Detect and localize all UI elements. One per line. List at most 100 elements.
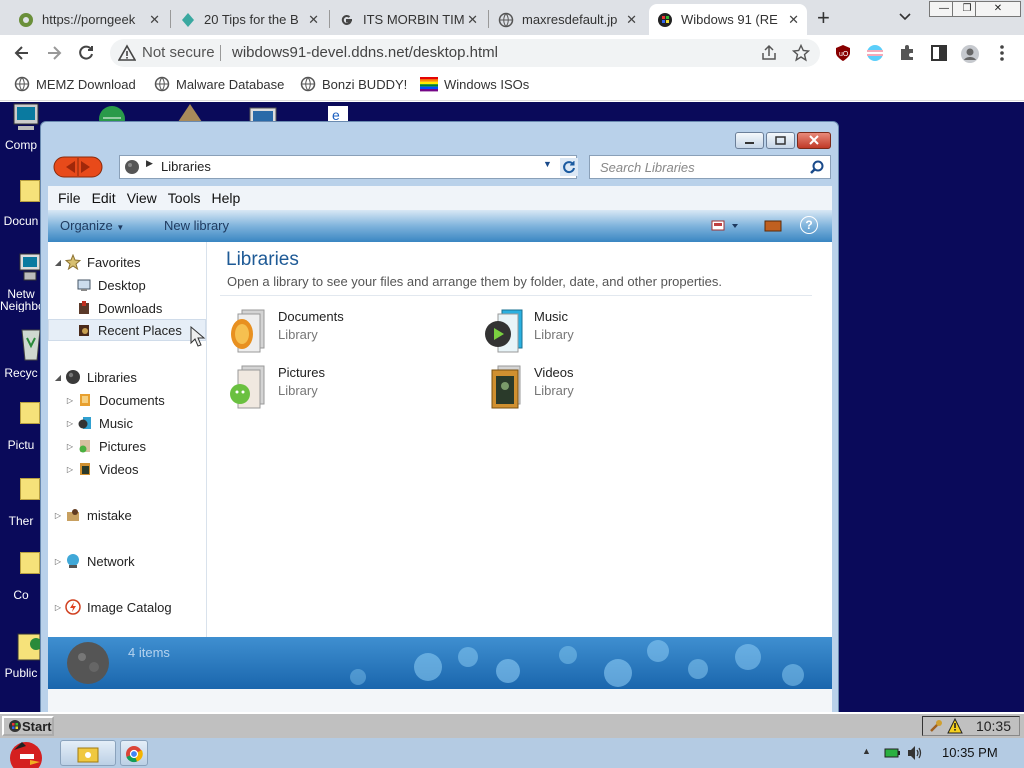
nav-music[interactable]: ▷ Music: [48, 412, 206, 434]
collapsed-arrow-icon[interactable]: ▷: [66, 396, 74, 405]
desktop-icon-pictures[interactable]: Pictu: [0, 402, 42, 452]
nav-desktop[interactable]: Desktop: [48, 274, 206, 296]
desktop-icon-documents[interactable]: Docun: [0, 180, 42, 228]
close-tab-icon[interactable]: ✕: [467, 12, 478, 28]
maximize-button[interactable]: [766, 132, 795, 149]
bookmark-windows-isos[interactable]: Windows ISOs: [420, 76, 529, 92]
collapsed-arrow-icon[interactable]: ▷: [66, 442, 74, 451]
forward-arrow-icon[interactable]: [44, 43, 64, 63]
tray-tool-icon[interactable]: [929, 719, 943, 733]
library-documents[interactable]: Documents Library: [228, 308, 458, 358]
library-videos[interactable]: Videos Library: [484, 364, 714, 414]
expanded-arrow-icon[interactable]: ◢: [54, 258, 62, 267]
expanded-arrow-icon[interactable]: ◢: [54, 373, 62, 382]
collapsed-arrow-icon[interactable]: ▷: [66, 419, 74, 428]
reload-icon[interactable]: [76, 43, 96, 63]
collapsed-arrow-icon[interactable]: ▷: [66, 465, 74, 474]
library-music[interactable]: Music Library: [484, 308, 714, 358]
bookmark-malware-database[interactable]: Malware Database: [154, 76, 284, 92]
puzzle-extensions-icon[interactable]: [898, 44, 916, 62]
nav-downloads[interactable]: Downloads: [48, 297, 206, 319]
collapsed-arrow-icon[interactable]: ▷: [54, 603, 62, 612]
desktop-icon-network-neighborhood[interactable]: Netw Neighbor: [0, 252, 42, 312]
start-button[interactable]: Start: [2, 716, 54, 736]
menu-view[interactable]: View: [127, 190, 157, 206]
share-icon[interactable]: [760, 44, 778, 62]
close-tab-icon[interactable]: ✕: [788, 12, 799, 28]
kebab-menu-icon[interactable]: [994, 44, 1010, 62]
security-label[interactable]: Not secure: [142, 44, 215, 61]
nav-mistake[interactable]: ▷ mistake: [48, 504, 206, 526]
angry-bird-start-icon[interactable]: [2, 738, 50, 768]
taskbar-explorer-button[interactable]: [60, 740, 116, 766]
globe-desktop-icon[interactable]: [97, 104, 127, 122]
tab-porngeek[interactable]: https://porngeek ✕: [10, 4, 168, 35]
tab-20-tips[interactable]: 20 Tips for the B ✕: [172, 4, 327, 35]
library-pictures[interactable]: Pictures Library: [228, 364, 458, 414]
url-text[interactable]: wibdows91-devel.ddns.net/desktop.html: [232, 44, 498, 61]
collapsed-arrow-icon[interactable]: ▷: [54, 511, 62, 520]
organize-button[interactable]: Organize ▼: [60, 218, 124, 233]
nav-documents[interactable]: ▷ Documents: [48, 389, 206, 411]
close-window-button[interactable]: ✕: [975, 1, 1021, 17]
preview-pane-icon[interactable]: [764, 219, 782, 233]
desktop-icon-public[interactable]: Public: [0, 630, 42, 680]
menu-tools[interactable]: Tools: [168, 190, 201, 206]
address-bar[interactable]: ▶ Libraries ▼: [119, 155, 577, 179]
menu-edit[interactable]: Edit: [92, 190, 116, 206]
search-placeholder[interactable]: Search Libraries: [600, 160, 695, 175]
nav-pictures[interactable]: ▷ Pictures: [48, 435, 206, 457]
ublock-extension-icon[interactable]: uO: [834, 44, 852, 62]
tray-warning-icon[interactable]: [947, 718, 963, 734]
nav-favorites[interactable]: ◢ Favorites: [48, 251, 206, 273]
desktop-icon-control[interactable]: Co: [0, 552, 42, 602]
nav-network[interactable]: ▷ Network: [48, 550, 206, 572]
tab-maxresdefault[interactable]: maxresdefault.jp ✕: [490, 4, 645, 35]
collapsed-arrow-icon[interactable]: ▷: [54, 557, 62, 566]
profile-avatar-icon[interactable]: [960, 44, 980, 64]
bookmark-bonzi-buddy[interactable]: Bonzi BUDDY!: [300, 76, 407, 92]
volume-icon[interactable]: [906, 745, 924, 761]
close-tab-icon[interactable]: ✕: [626, 12, 637, 28]
nav-libraries[interactable]: ◢ Libraries: [48, 366, 206, 388]
trans-flag-extension-icon[interactable]: [866, 44, 884, 62]
side-panel-icon[interactable]: [930, 44, 948, 62]
tab-search-chevron-icon[interactable]: [895, 6, 915, 26]
help-button[interactable]: ?: [800, 216, 818, 234]
bonzi-desktop-icon[interactable]: [175, 102, 205, 122]
search-icon[interactable]: [810, 160, 824, 174]
taskbar-chrome-button[interactable]: [120, 740, 148, 766]
minimize-button[interactable]: [735, 132, 764, 149]
close-tab-icon[interactable]: ✕: [308, 12, 319, 28]
nav-videos[interactable]: ▷ Videos: [48, 458, 206, 480]
address-text[interactable]: Libraries: [161, 159, 211, 174]
search-box[interactable]: Search Libraries: [589, 155, 831, 179]
system-clock[interactable]: 10:35 PM: [942, 745, 998, 760]
new-library-button[interactable]: New library: [164, 218, 229, 233]
refresh-icon[interactable]: [560, 158, 578, 176]
menu-file[interactable]: File: [58, 190, 81, 206]
nav-image-catalog[interactable]: ▷ Image Catalog: [48, 596, 206, 618]
address-bar[interactable]: Not secure wibdows91-devel.ddns.net/desk…: [110, 39, 820, 67]
desktop-icon-my-computer[interactable]: Comp: [0, 102, 42, 152]
bookmark-memz[interactable]: MEMZ Download: [14, 76, 136, 92]
close-button[interactable]: [797, 132, 831, 149]
address-dropdown-icon[interactable]: ▼: [543, 159, 552, 169]
item-count: 4 items: [128, 645, 170, 660]
nav-recent-places[interactable]: Recent Places: [48, 319, 206, 341]
bookmark-star-icon[interactable]: [792, 44, 810, 62]
new-tab-button[interactable]: +: [817, 5, 830, 31]
back-arrow-icon[interactable]: [12, 43, 32, 63]
tab-morbin[interactable]: ITS MORBIN TIM ✕: [331, 4, 486, 35]
desktop-icon-recycle-bin[interactable]: Recyc: [0, 326, 42, 380]
warning-icon[interactable]: [118, 44, 136, 62]
tray-overflow-icon[interactable]: ▲: [862, 746, 871, 756]
battery-icon[interactable]: [884, 747, 900, 759]
tab-wibdows-91[interactable]: Wibdows 91 (RE ✕: [649, 4, 807, 35]
desktop-icon-themes[interactable]: Ther: [0, 478, 42, 528]
close-tab-icon[interactable]: ✕: [149, 12, 160, 28]
breadcrumb-arrow-icon[interactable]: ▶: [146, 158, 153, 169]
menu-help[interactable]: Help: [211, 190, 240, 206]
view-options-icon[interactable]: [710, 219, 742, 233]
back-forward-buttons-icon[interactable]: [53, 156, 103, 178]
